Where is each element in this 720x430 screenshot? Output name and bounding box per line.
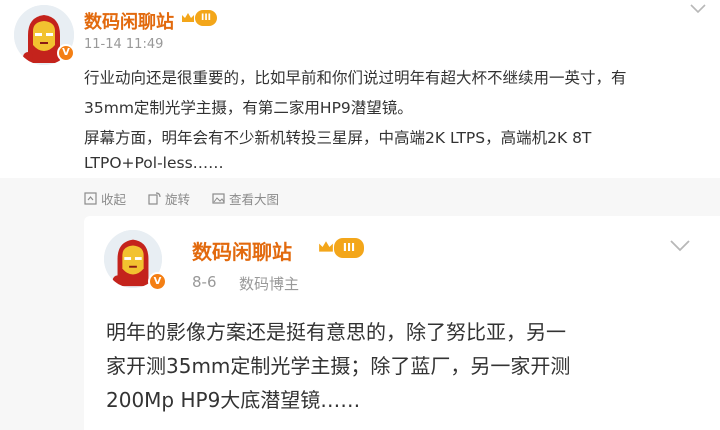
quoted-text-line: 明年的影像方案还是挺有意思的，除了努比亚，另一 bbox=[106, 320, 566, 344]
quoted-date[interactable]: 8-6 bbox=[192, 273, 217, 291]
timestamp[interactable]: 11-14 11:49 bbox=[84, 37, 163, 52]
quoted-text-line: 200Mp HP9大底潜望镜…… bbox=[106, 388, 361, 412]
quoted-author-role: 数码博主 bbox=[239, 275, 300, 293]
level-badge: III bbox=[334, 238, 364, 258]
collapse-label: 收起 bbox=[101, 191, 127, 207]
post-text-line: 屏幕方面，明年会有不少新机转投三星屏，中高端2K LTPS，高端机2K 8T bbox=[84, 129, 592, 147]
verified-v-icon: V bbox=[57, 44, 75, 62]
post-text-line: LTPO+Pol-less…… bbox=[84, 154, 224, 172]
image-action-bar: 收起 旋转 查看大图 bbox=[84, 188, 279, 208]
author-name[interactable]: 数码闲聊站 bbox=[84, 8, 174, 34]
collapse-button[interactable]: 收起 bbox=[84, 189, 126, 208]
quoted-text-line: 家开测35mm定制光学主摄；除了蓝厂，另一家开测 bbox=[106, 354, 571, 378]
view-image-button[interactable]: 查看大图 bbox=[212, 189, 279, 208]
view-image-icon bbox=[212, 192, 225, 204]
collapse-icon bbox=[84, 191, 97, 205]
post-text-line: 行业动向还是很重要的，比如早前和你们说过明年有超大杯不继续用一英寸，有 bbox=[84, 69, 627, 87]
quoted-author-name[interactable]: 数码闲聊站 bbox=[192, 236, 292, 265]
view-image-label: 查看大图 bbox=[229, 191, 280, 207]
chevron-down-icon[interactable] bbox=[670, 240, 690, 252]
rotate-label: 旋转 bbox=[165, 191, 191, 207]
level-badge: III bbox=[195, 10, 217, 26]
rotate-icon bbox=[148, 191, 161, 205]
chevron-down-icon[interactable] bbox=[690, 4, 706, 14]
post-text-line: 35mm定制光学主摄，有第二家用HP9潜望镜。 bbox=[84, 99, 413, 117]
rotate-button[interactable]: 旋转 bbox=[148, 189, 190, 208]
crown-icon bbox=[319, 241, 333, 252]
crown-icon bbox=[182, 13, 194, 22]
verified-v-icon: V bbox=[148, 272, 167, 291]
